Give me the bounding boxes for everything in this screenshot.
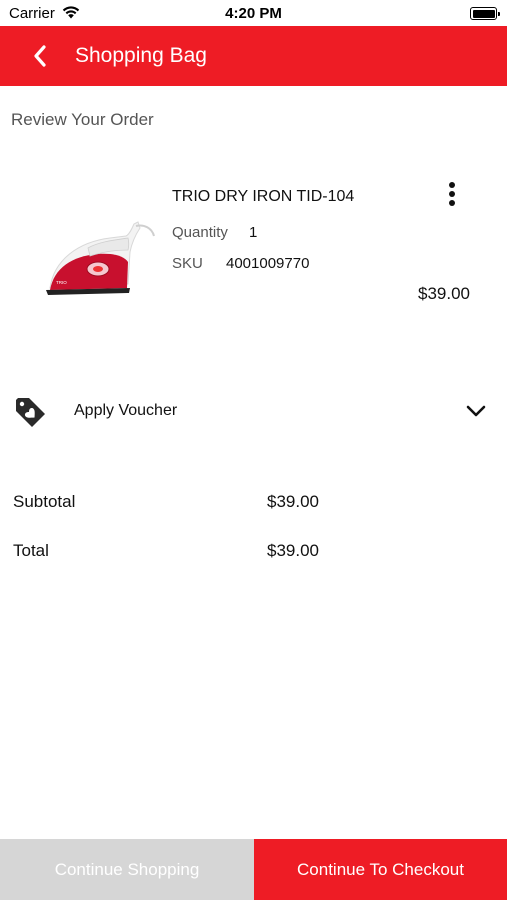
quantity-value: 1: [249, 224, 258, 241]
quantity-label: Quantity: [172, 224, 228, 241]
total-value: $39.00: [267, 541, 319, 560]
app-header: Shopping Bag: [0, 26, 507, 86]
checkout-button[interactable]: Continue To Checkout: [254, 839, 507, 900]
page-title: Shopping Bag: [75, 44, 207, 67]
sku-label: SKU: [172, 255, 203, 272]
chevron-down-icon[interactable]: [465, 403, 487, 419]
battery-icon: [470, 7, 500, 20]
section-title: Review Your Order: [11, 110, 154, 129]
subtotal-label: Subtotal: [13, 492, 76, 511]
status-time: 4:20 PM: [225, 5, 282, 22]
back-button[interactable]: [24, 40, 56, 72]
sku-value: 4001009770: [226, 255, 310, 272]
total-label: Total: [13, 541, 49, 560]
status-bar: Carrier 4:20 PM: [0, 0, 507, 26]
product-name: TRIO DRY IRON TID-104: [172, 188, 355, 205]
apply-voucher-label: Apply Voucher: [74, 402, 178, 419]
item-menu-button[interactable]: [441, 178, 463, 210]
apply-voucher-row[interactable]: Apply Voucher: [0, 388, 507, 436]
chevron-left-icon: [34, 45, 46, 67]
subtotal-value: $39.00: [267, 492, 319, 511]
tag-heart-icon: [16, 398, 45, 427]
continue-shopping-button[interactable]: Continue Shopping: [0, 839, 254, 900]
item-price: $39.00: [418, 284, 470, 303]
more-vertical-icon: [449, 182, 455, 188]
product-image: TRIO: [46, 221, 155, 295]
svg-text:TRIO: TRIO: [56, 280, 67, 285]
